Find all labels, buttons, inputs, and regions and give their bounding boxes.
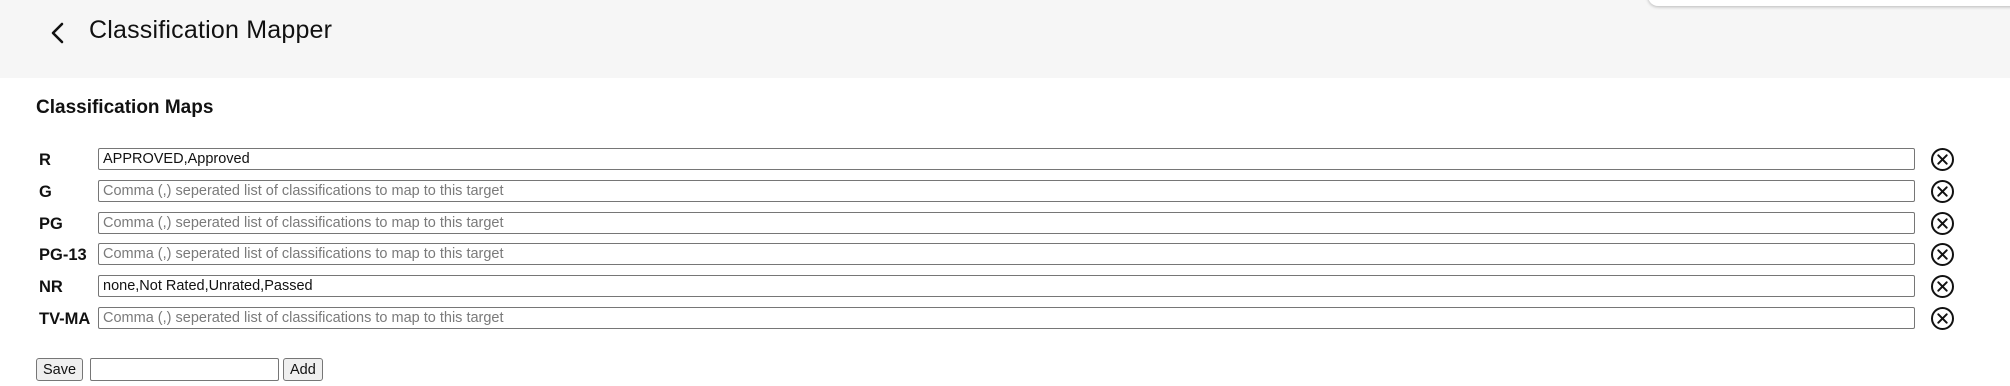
remove-map-button[interactable] — [1930, 179, 1955, 204]
remove-map-button[interactable] — [1930, 274, 1955, 299]
map-target-label: NR — [39, 278, 63, 296]
popup-edge — [1648, 0, 2010, 6]
back-button[interactable] — [44, 18, 72, 48]
map-row: TV-MA — [0, 306, 2010, 334]
map-target-label: PG — [39, 215, 63, 233]
map-classifications-input[interactable] — [98, 243, 1915, 265]
map-classifications-input[interactable] — [98, 180, 1915, 202]
remove-map-button[interactable] — [1930, 147, 1955, 172]
circle-x-icon — [1930, 179, 1955, 204]
add-button[interactable]: Add — [283, 358, 323, 381]
map-row: R — [0, 147, 2010, 175]
header-bar: Classification Mapper — [0, 0, 2010, 78]
map-target-label: G — [39, 183, 52, 201]
new-target-input[interactable] — [90, 358, 279, 381]
page-title: Classification Mapper — [89, 16, 333, 44]
map-row: G — [0, 179, 2010, 207]
circle-x-icon — [1930, 306, 1955, 331]
map-classifications-input[interactable] — [98, 275, 1915, 297]
remove-map-button[interactable] — [1930, 306, 1955, 331]
map-classifications-input[interactable] — [98, 307, 1915, 329]
map-target-label: PG-13 — [39, 246, 87, 264]
circle-x-icon — [1930, 211, 1955, 236]
circle-x-icon — [1930, 242, 1955, 267]
map-target-label: R — [39, 151, 51, 169]
remove-map-button[interactable] — [1930, 211, 1955, 236]
map-row: NR — [0, 274, 2010, 302]
save-button[interactable]: Save — [36, 358, 84, 381]
circle-x-icon — [1930, 274, 1955, 299]
map-row: PG-13 — [0, 242, 2010, 270]
map-target-label: TV-MA — [39, 310, 91, 328]
map-row: PG — [0, 211, 2010, 239]
chevron-left-icon — [44, 18, 72, 48]
map-classifications-input[interactable] — [98, 148, 1915, 170]
remove-map-button[interactable] — [1930, 242, 1955, 267]
circle-x-icon — [1930, 147, 1955, 172]
section-title: Classification Maps — [36, 97, 214, 118]
map-classifications-input[interactable] — [98, 212, 1915, 234]
